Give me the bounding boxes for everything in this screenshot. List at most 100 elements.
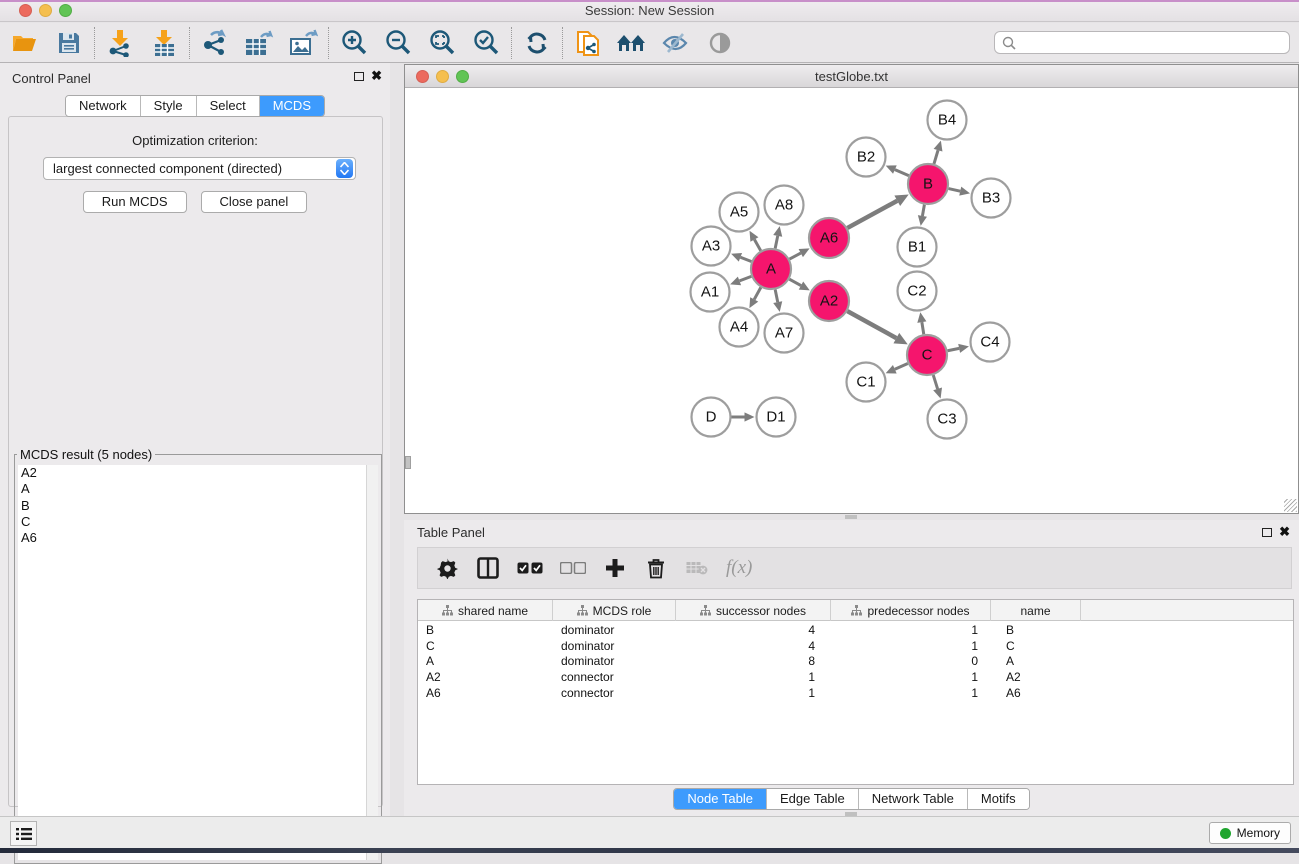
table-cell[interactable]: 1: [831, 670, 991, 686]
table-cell[interactable]: connector: [553, 670, 676, 686]
network-window-titlebar[interactable]: testGlobe.txt: [405, 65, 1298, 88]
table-cell[interactable]: A2: [418, 670, 553, 686]
table-cell[interactable]: A: [991, 654, 1081, 670]
graph-edge[interactable]: [790, 253, 801, 259]
graph-edge[interactable]: [948, 348, 960, 350]
hide-selected-eye-icon[interactable]: [660, 28, 692, 58]
graph-edge[interactable]: [847, 201, 897, 228]
zoom-selected-icon[interactable]: [470, 28, 502, 58]
zoom-in-icon[interactable]: [338, 28, 370, 58]
export-image-icon[interactable]: [287, 28, 319, 58]
table-cell[interactable]: B: [991, 623, 1081, 639]
import-table-icon[interactable]: [148, 28, 180, 58]
deselect-all-icon[interactable]: [560, 554, 586, 582]
graph-edge[interactable]: [934, 150, 938, 164]
table-tab-node-table[interactable]: Node Table: [674, 789, 766, 809]
export-network-icon[interactable]: [199, 28, 231, 58]
home-layout-icon[interactable]: [616, 28, 648, 58]
table-cell[interactable]: 0: [831, 654, 991, 670]
table-cell[interactable]: 8: [676, 654, 831, 670]
column-header-shared-name[interactable]: shared name: [418, 600, 553, 621]
column-header-predecessor-nodes[interactable]: predecessor nodes: [831, 600, 991, 621]
graph-edge[interactable]: [922, 322, 924, 334]
add-column-icon[interactable]: [603, 554, 627, 582]
table-cell[interactable]: dominator: [553, 639, 676, 655]
task-history-button[interactable]: [10, 821, 37, 846]
close-panel-icon[interactable]: ✖: [371, 70, 382, 82]
graph-edge[interactable]: [754, 287, 761, 299]
table-tab-network-table[interactable]: Network Table: [858, 789, 967, 809]
save-session-icon[interactable]: [53, 28, 85, 58]
result-item[interactable]: A: [18, 481, 378, 497]
table-close-icon[interactable]: ✖: [1279, 526, 1290, 538]
column-header-name[interactable]: name: [991, 600, 1081, 621]
table-settings-gear-icon[interactable]: [435, 554, 459, 582]
result-item[interactable]: A6: [18, 530, 378, 546]
result-item[interactable]: B: [18, 498, 378, 514]
table-cell[interactable]: dominator: [553, 654, 676, 670]
close-panel-button[interactable]: Close panel: [201, 191, 308, 213]
search-input[interactable]: [1017, 36, 1289, 50]
open-file-icon[interactable]: [9, 28, 41, 58]
table-tab-motifs[interactable]: Motifs: [967, 789, 1029, 809]
graph-edge[interactable]: [948, 189, 960, 192]
criterion-select[interactable]: largest connected component (directed): [43, 157, 356, 180]
graph-edge[interactable]: [775, 290, 778, 303]
function-builder-icon[interactable]: f(x): [726, 554, 752, 582]
select-all-icon[interactable]: [517, 554, 543, 582]
tab-style[interactable]: Style: [140, 96, 196, 116]
table-cell[interactable]: A: [418, 654, 553, 670]
result-item[interactable]: A2: [18, 465, 378, 481]
graph-edge[interactable]: [775, 236, 778, 249]
table-cell[interactable]: B: [418, 623, 553, 639]
table-cell[interactable]: 4: [676, 623, 831, 639]
zoom-fit-icon[interactable]: [426, 28, 458, 58]
graph-edge[interactable]: [933, 375, 937, 389]
graph-edge[interactable]: [847, 311, 896, 338]
splitter-grip[interactable]: [845, 515, 857, 519]
table-cell[interactable]: 4: [676, 639, 831, 655]
table-row[interactable]: Adominator80A: [418, 654, 1293, 670]
graph-edge[interactable]: [754, 239, 760, 250]
table-row[interactable]: Bdominator41B: [418, 623, 1293, 639]
node-table-header[interactable]: shared nameMCDS rolesuccessor nodesprede…: [418, 600, 1293, 621]
zoom-out-icon[interactable]: [382, 28, 414, 58]
table-cell[interactable]: A2: [991, 670, 1081, 686]
table-cell[interactable]: 1: [831, 623, 991, 639]
graph-edge[interactable]: [922, 205, 924, 216]
table-cell[interactable]: 1: [676, 670, 831, 686]
tab-mcds[interactable]: MCDS: [259, 96, 324, 116]
result-item[interactable]: C: [18, 514, 378, 530]
memory-button[interactable]: Memory: [1209, 822, 1291, 844]
tab-select[interactable]: Select: [196, 96, 259, 116]
column-header-MCDS-role[interactable]: MCDS role: [553, 600, 676, 621]
table-cell[interactable]: A6: [991, 686, 1081, 702]
graph-edge[interactable]: [895, 170, 909, 176]
table-row[interactable]: A6connector11A6: [418, 686, 1293, 702]
canvas-scroll-thumb[interactable]: [405, 456, 411, 469]
table-tab-edge-table[interactable]: Edge Table: [766, 789, 858, 809]
table-cell[interactable]: 1: [831, 639, 991, 655]
tab-network[interactable]: Network: [66, 96, 140, 116]
delete-column-icon[interactable]: [644, 554, 668, 582]
run-mcds-button[interactable]: Run MCDS: [83, 191, 187, 213]
graph-edge[interactable]: [789, 279, 801, 285]
window-resize-grip[interactable]: [1284, 499, 1297, 512]
graph-edge[interactable]: [740, 257, 751, 261]
table-row[interactable]: Cdominator41C: [418, 639, 1293, 655]
refresh-icon[interactable]: [521, 28, 553, 58]
table-cell[interactable]: 1: [831, 686, 991, 702]
table-cell[interactable]: C: [991, 639, 1081, 655]
search-field[interactable]: [994, 31, 1290, 54]
graph-edge[interactable]: [739, 276, 751, 280]
table-cell[interactable]: connector: [553, 686, 676, 702]
table-cell[interactable]: dominator: [553, 623, 676, 639]
table-float-icon[interactable]: [1262, 528, 1272, 537]
show-columns-icon[interactable]: [476, 554, 500, 582]
result-scrollbar[interactable]: [366, 465, 378, 860]
mcds-result-list[interactable]: A2ABCA6: [18, 465, 378, 860]
import-network-icon[interactable]: [104, 28, 136, 58]
export-table-icon[interactable]: [243, 28, 275, 58]
node-table[interactable]: shared nameMCDS rolesuccessor nodesprede…: [417, 599, 1294, 785]
delete-table-icon[interactable]: [685, 554, 709, 582]
